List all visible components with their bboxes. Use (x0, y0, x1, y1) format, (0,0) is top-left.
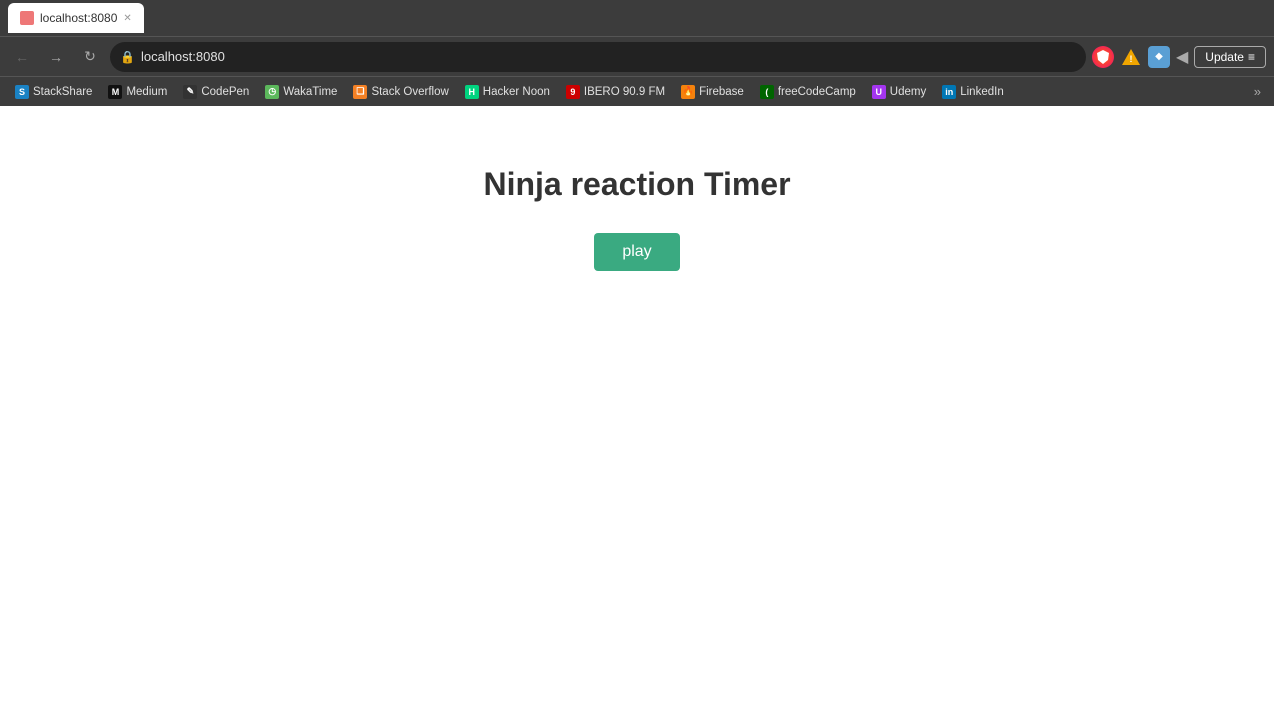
stackshare-favicon: S (15, 85, 29, 99)
stackshare-label: StackShare (33, 86, 92, 98)
extensions-button[interactable]: ◀ (1176, 47, 1188, 67)
firebase-favicon: 🔥 (681, 85, 695, 99)
bookmark-hackernoon[interactable]: H Hacker Noon (458, 83, 557, 101)
stackoverflow-favicon: ❏ (353, 85, 367, 99)
wakatime-label: WakaTime (283, 86, 337, 98)
bookmark-codepen[interactable]: ✎ CodePen (176, 83, 256, 101)
wakatime-favicon: ◷ (265, 85, 279, 99)
medium-label: Medium (126, 86, 167, 98)
tab-title: localhost:8080 (40, 11, 117, 25)
bookmark-freecodecamp[interactable]: ( freeCodeCamp (753, 83, 863, 101)
linkedin-label: LinkedIn (960, 86, 1003, 98)
address-text: localhost:8080 (141, 49, 1076, 64)
update-menu-icon: ≡ (1248, 50, 1255, 64)
extension-icon[interactable]: ◆ (1148, 46, 1170, 68)
ibero-label: IBERO 90.9 FM (584, 86, 665, 98)
udemy-label: Udemy (890, 86, 926, 98)
reload-button[interactable]: ↻ (76, 43, 104, 71)
bookmark-medium[interactable]: M Medium (101, 83, 174, 101)
bookmarks-bar: S StackShare M Medium ✎ CodePen ◷ WakaTime ❏ Stac… (0, 76, 1274, 106)
bookmark-wakatime[interactable]: ◷ WakaTime (258, 83, 344, 101)
toolbar: ← → ↻ 🔒 localhost:8080 ! (0, 36, 1274, 76)
freecodecamp-favicon: ( (760, 85, 774, 99)
page-title: Ninja reaction Timer (483, 166, 790, 203)
warning-icon[interactable]: ! (1120, 46, 1142, 68)
back-button[interactable]: ← (8, 43, 36, 71)
freecodecamp-label: freeCodeCamp (778, 86, 856, 98)
page-content: Ninja reaction Timer play (0, 106, 1274, 706)
codepen-label: CodePen (201, 86, 249, 98)
hackernoon-label: Hacker Noon (483, 86, 550, 98)
bookmark-udemy[interactable]: U Udemy (865, 83, 933, 101)
ibero-favicon: 9 (566, 85, 580, 99)
bookmark-stackshare[interactable]: S StackShare (8, 83, 99, 101)
tab-bar: localhost:8080 ✕ (0, 0, 1274, 36)
udemy-favicon: U (872, 85, 886, 99)
svg-text:!: ! (1129, 54, 1132, 64)
linkedin-favicon: in (942, 85, 956, 99)
medium-favicon: M (108, 85, 122, 99)
tab-close-button[interactable]: ✕ (123, 13, 131, 24)
stackoverflow-label: Stack Overflow (371, 86, 448, 98)
browser-actions: ! ◆ ◀ Update ≡ (1092, 46, 1266, 68)
update-button[interactable]: Update ≡ (1194, 46, 1266, 68)
codepen-favicon: ✎ (183, 85, 197, 99)
bookmark-linkedin[interactable]: in LinkedIn (935, 83, 1010, 101)
bookmark-firebase[interactable]: 🔥 Firebase (674, 83, 751, 101)
active-tab[interactable]: localhost:8080 ✕ (8, 3, 144, 33)
bookmarks-overflow-button[interactable]: » (1249, 82, 1266, 101)
update-label: Update (1205, 50, 1244, 64)
play-button[interactable]: play (594, 233, 679, 271)
tab-favicon (20, 11, 34, 25)
hackernoon-favicon: H (465, 85, 479, 99)
forward-button[interactable]: → (42, 43, 70, 71)
bookmark-stackoverflow[interactable]: ❏ Stack Overflow (346, 83, 455, 101)
address-bar[interactable]: 🔒 localhost:8080 (110, 42, 1086, 72)
firebase-label: Firebase (699, 86, 744, 98)
browser-chrome: localhost:8080 ✕ ← → ↻ 🔒 localhost:8080 (0, 0, 1274, 106)
security-icon: 🔒 (120, 50, 135, 64)
brave-icon[interactable] (1092, 46, 1114, 68)
bookmark-ibero[interactable]: 9 IBERO 90.9 FM (559, 83, 672, 101)
